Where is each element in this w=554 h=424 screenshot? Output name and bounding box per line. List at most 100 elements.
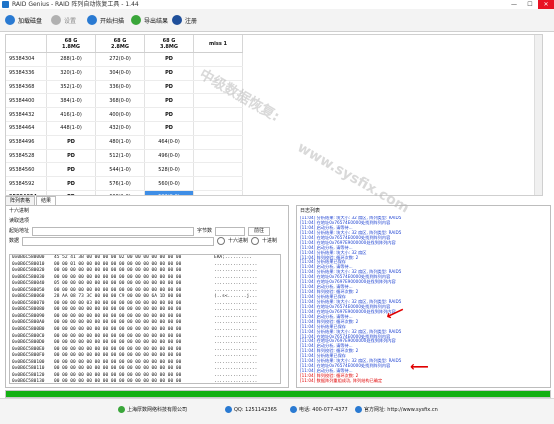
radio-hex[interactable] (217, 237, 226, 245)
maximize-button[interactable]: ☐ (522, 0, 538, 9)
grid-cell[interactable] (193, 149, 243, 164)
settings-label: 设置 (64, 17, 77, 25)
grid-cell[interactable] (193, 135, 243, 150)
table-row[interactable]: 95384400 384(1-0) 368(0-0) PD (6, 93, 243, 109)
grid-cell[interactable]: 592(0-0) (144, 190, 194, 195)
grid-cell[interactable]: 368(0-0) (95, 93, 145, 109)
array-table: 68 G 1.8MG 68 G 2.8MG 68 G 3.8MG miss 1 953… (6, 35, 243, 195)
grid-cell[interactable]: 304(0-0) (95, 66, 145, 81)
export-button[interactable]: 导出结果 (131, 13, 168, 27)
grid-cell[interactable]: 464(0-0) (144, 135, 194, 150)
website-text[interactable]: 官方网址: http://www.sysfix.cn (364, 406, 438, 413)
grid-cell[interactable]: 336(0-0) (95, 80, 145, 95)
grid-cell[interactable]: 320(1-0) (46, 66, 96, 81)
grid-cell[interactable] (193, 176, 243, 191)
grid-cell[interactable]: PD (46, 135, 96, 150)
grid-cell[interactable]: 448(1-0) (46, 121, 96, 136)
grid-cell[interactable]: 432(0-0) (95, 121, 145, 136)
sector-cell[interactable]: 95384304 (6, 52, 47, 67)
sector-cell[interactable]: 95384336 (6, 66, 47, 81)
grid-cell[interactable]: PD (144, 107, 194, 122)
register-button[interactable]: 注册 (172, 13, 197, 27)
company-info: 上海厚数网络科技有限公司 (118, 406, 187, 413)
grid-cell[interactable]: 576(1-0) (95, 176, 145, 191)
grid-cell[interactable]: 384(1-0) (46, 93, 96, 109)
start-scan-button[interactable]: 开始扫描 (87, 13, 124, 27)
grid-cell[interactable]: 480(1-0) (95, 135, 145, 150)
go-button[interactable]: 前往 (248, 226, 271, 236)
window-title: RAID Genius - RAID 阵列自动恢复工具 - 1.44 (12, 1, 139, 8)
data-input[interactable] (22, 236, 215, 246)
grid-cell[interactable] (193, 52, 243, 67)
grid-cell[interactable] (193, 80, 243, 95)
qq-text: QQ: 1251142365 (234, 406, 277, 413)
grid-cell[interactable]: 528(0-0) (144, 162, 194, 178)
grid-cell[interactable]: 544(1-0) (95, 162, 145, 178)
table-row[interactable]: 95384496 PD 480(1-0) 464(0-0) (6, 135, 243, 150)
grid-cell[interactable]: PD (46, 162, 96, 178)
grid-header-row: 68 G 1.8MG 68 G 2.8MG 68 G 3.8MG miss 1 (6, 35, 243, 53)
minimize-button[interactable]: — (506, 0, 522, 9)
sector-cell[interactable]: 95384528 (6, 149, 47, 164)
radio-dec[interactable] (251, 237, 260, 245)
grid-cell[interactable]: PD (144, 52, 194, 67)
tab-array-table[interactable]: 阵列表格 (5, 196, 36, 205)
grid-cell[interactable]: PD (46, 176, 96, 191)
progress-bar (5, 390, 551, 398)
col-header-disk1[interactable]: 68 G 1.8MG (46, 35, 96, 53)
col-header-sector[interactable] (6, 35, 47, 53)
table-row[interactable]: 95384464 448(1-0) 432(0-0) PD (6, 121, 243, 136)
table-row[interactable]: 95384528 PD 512(1-0) 496(0-0) (6, 149, 243, 164)
col-header-missing[interactable]: miss 1 (193, 35, 243, 53)
log-list[interactable]: [11:04] 分析结果: 块大小: 32 扇区, 阵列类型: RAID5 [11… (300, 216, 542, 383)
col-header-disk2[interactable]: 68 G 2.8MG (95, 35, 145, 53)
table-row[interactable]: 95384368 352(1-0) 336(0-0) PD (6, 80, 243, 95)
grid-cell[interactable] (193, 162, 243, 178)
load-disk-button[interactable]: 加载磁盘 (5, 13, 42, 27)
grid-cell[interactable]: PD (144, 80, 194, 95)
grid-cell[interactable]: 416(1-0) (46, 107, 96, 122)
sector-cell[interactable]: 95384592 (6, 176, 47, 191)
grid-cell[interactable]: 496(0-0) (144, 149, 194, 164)
col-header-disk3[interactable]: 68 G 3.8MG (144, 35, 194, 53)
grid-cell[interactable] (193, 107, 243, 122)
table-row[interactable]: 95384592 PD 576(1-0) 560(0-0) (6, 176, 243, 191)
grid-cell[interactable]: 288(1-0) (46, 52, 96, 67)
sector-cell[interactable]: 95384432 (6, 107, 47, 122)
col-header-missing-label: miss 1 (208, 40, 228, 47)
sector-cell[interactable]: 95384496 (6, 135, 47, 150)
grid-cell[interactable]: 400(0-0) (95, 107, 145, 122)
grid-cell[interactable] (193, 66, 243, 81)
grid-cell[interactable] (193, 121, 243, 136)
sector-cell[interactable]: 95384400 (6, 93, 47, 109)
status-bar: 上海厚数网络科技有限公司 QQ: 1251142365 电话: 400-077-… (0, 398, 554, 424)
grid-scrollbar[interactable] (534, 35, 542, 195)
table-row[interactable]: 95384432 416(1-0) 400(0-0) PD (6, 107, 243, 122)
grid-cell[interactable]: 512(1-0) (95, 149, 145, 164)
grid-cell[interactable]: PD (144, 93, 194, 109)
grid-cell[interactable]: 608(1-0) (95, 190, 145, 195)
grid-cell[interactable]: PD (46, 149, 96, 164)
grid-cell[interactable] (193, 190, 243, 195)
grid-cell[interactable]: 352(1-0) (46, 80, 96, 95)
sector-cell[interactable]: 95384368 (6, 80, 47, 95)
byte-count-input[interactable] (215, 226, 246, 236)
table-row[interactable]: 95384336 320(1-0) 304(0-0) PD (6, 66, 243, 81)
sector-cell[interactable]: 95384560 (6, 162, 47, 178)
grid-cell[interactable]: PD (144, 121, 194, 136)
sector-cell[interactable]: 95384464 (6, 121, 47, 136)
tab-result[interactable]: 结果 (36, 196, 57, 205)
close-button[interactable]: ✕ (538, 0, 554, 9)
table-row[interactable]: 95384560 PD 544(1-0) 528(0-0) (6, 162, 243, 178)
grid-cell[interactable] (193, 93, 243, 109)
website-info[interactable]: 官方网址: http://www.sysfix.cn (355, 406, 438, 413)
scan-icon (87, 15, 97, 25)
start-address-input[interactable] (32, 226, 195, 236)
settings-button[interactable]: 设置 (51, 13, 76, 27)
hex-view[interactable]: 0x0B6C580000 45 52 41 3B 00 00 00 00 02 0… (9, 254, 281, 384)
grid-cell[interactable]: PD (144, 66, 194, 81)
read-options-label: 读取选项 (9, 218, 30, 224)
table-row[interactable]: 95384304 288(1-0) 272(0-0) PD (6, 52, 243, 67)
grid-cell[interactable]: 560(0-0) (144, 176, 194, 191)
grid-cell[interactable]: 272(0-0) (95, 52, 145, 67)
